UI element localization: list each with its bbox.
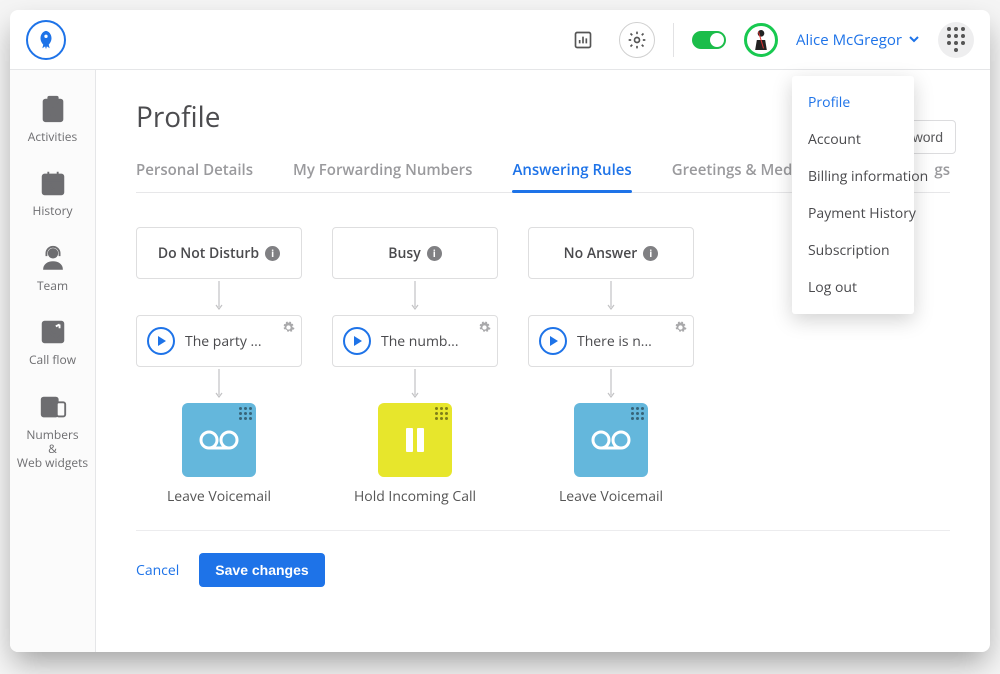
save-button[interactable]: Save changes (199, 553, 324, 587)
play-icon (549, 336, 559, 346)
play-button[interactable] (539, 327, 567, 355)
sidebar-item-numbers[interactable]: # Numbers & Web widgets (10, 392, 95, 471)
sidebar-label: Call flow (29, 353, 76, 367)
greeting-text: The party ... (185, 332, 262, 351)
greeting-card-dnd[interactable]: The party ... (136, 315, 302, 367)
action-label: Hold Incoming Call (354, 487, 476, 506)
tab-truncated[interactable]: gs (934, 160, 950, 192)
hash-device-icon: # (38, 392, 68, 422)
play-icon (353, 336, 363, 346)
info-icon[interactable]: i (265, 246, 280, 261)
form-actions: Cancel Save changes (136, 530, 950, 587)
tab-forwarding-numbers[interactable]: My Forwarding Numbers (293, 160, 472, 192)
headset-person-icon (38, 243, 68, 273)
tab-personal-details[interactable]: Personal Details (136, 160, 253, 192)
rule-head-label: Do Not Disturb (158, 244, 259, 263)
rule-head-busy[interactable]: Busy i (332, 227, 498, 279)
rule-column-busy: Busy i The numb... Hold Incoming Call (332, 227, 498, 506)
flow-arrow (214, 279, 224, 315)
user-name-label: Alice McGregor (796, 30, 902, 50)
user-avatar[interactable] (744, 23, 778, 57)
voicemail-icon (199, 420, 239, 460)
clipboard-star-icon (38, 94, 68, 124)
bar-chart-icon (573, 30, 593, 50)
info-icon[interactable]: i (643, 246, 658, 261)
sidebar-label: History (32, 204, 72, 218)
user-menu-trigger[interactable]: Alice McGregor (796, 30, 920, 50)
rule-head-label: Busy (388, 244, 420, 263)
voicemail-icon (591, 420, 631, 460)
action-voicemail[interactable] (182, 403, 256, 477)
divider (673, 23, 674, 57)
action-label: Leave Voicemail (167, 487, 271, 506)
menu-item-subscription[interactable]: Subscription (792, 232, 914, 269)
person-icon (751, 27, 771, 53)
play-button[interactable] (147, 327, 175, 355)
rocket-icon (35, 29, 57, 51)
menu-item-billing[interactable]: Billing information (792, 158, 914, 195)
dialpad-button[interactable] (938, 22, 974, 58)
menu-item-logout[interactable]: Log out (792, 269, 914, 306)
callflow-icon (38, 317, 68, 347)
analytics-button[interactable] (565, 22, 601, 58)
flow-arrow (214, 367, 224, 403)
availability-toggle[interactable] (692, 31, 726, 49)
gear-icon[interactable] (282, 320, 295, 339)
greeting-card-busy[interactable]: The numb... (332, 315, 498, 367)
drag-dots-icon (239, 407, 252, 420)
action-voicemail[interactable] (574, 403, 648, 477)
dialpad-icon (947, 27, 965, 52)
tab-greetings-media[interactable]: Greetings & Media (672, 160, 805, 192)
info-icon[interactable]: i (427, 246, 442, 261)
tab-answering-rules[interactable]: Answering Rules (512, 160, 631, 192)
drag-dots-icon (631, 407, 644, 420)
settings-button[interactable] (619, 22, 655, 58)
sidebar-label: Activities (28, 130, 77, 144)
greeting-text: The numb... (381, 332, 459, 351)
gear-icon[interactable] (478, 320, 491, 339)
sidebar-item-team[interactable]: Team (10, 243, 95, 293)
pause-icon (395, 420, 435, 460)
drag-dots-icon (435, 407, 448, 420)
action-label: Leave Voicemail (559, 487, 663, 506)
flow-arrow (410, 367, 420, 403)
greeting-card-noanswer[interactable]: There is n... (528, 315, 694, 367)
play-icon (157, 336, 167, 346)
topbar: Alice McGregor (10, 10, 990, 70)
sidebar-item-activities[interactable]: Activities (10, 94, 95, 144)
gear-icon[interactable] (674, 320, 687, 339)
greeting-text: There is n... (577, 332, 652, 351)
play-button[interactable] (343, 327, 371, 355)
cancel-button[interactable]: Cancel (136, 561, 179, 580)
rule-head-noanswer[interactable]: No Answer i (528, 227, 694, 279)
rule-head-dnd[interactable]: Do Not Disturb i (136, 227, 302, 279)
action-hold[interactable] (378, 403, 452, 477)
flow-arrow (606, 367, 616, 403)
menu-item-profile[interactable]: Profile (792, 84, 914, 121)
flow-arrow (606, 279, 616, 315)
sidebar-label: Team (37, 279, 68, 293)
calendar-phone-icon (38, 168, 68, 198)
gear-icon (627, 30, 647, 50)
rule-head-label: No Answer (564, 244, 638, 263)
sidebar-item-history[interactable]: History (10, 168, 95, 218)
sidebar-label: Numbers & Web widgets (17, 428, 88, 471)
menu-item-account[interactable]: Account (792, 121, 914, 158)
chevron-down-icon (908, 30, 920, 50)
rule-column-dnd: Do Not Disturb i The party ... Leave Voi… (136, 227, 302, 506)
flow-arrow (410, 279, 420, 315)
svg-text:#: # (45, 397, 53, 414)
rule-column-noanswer: No Answer i There is n... Leave Voicemai… (528, 227, 694, 506)
app-logo[interactable] (26, 20, 66, 60)
sidebar-item-callflow[interactable]: Call flow (10, 317, 95, 367)
user-menu-dropdown: Profile Account Billing information Paym… (792, 76, 914, 314)
sidebar: Activities History Team Call flow # Numb… (10, 70, 96, 652)
menu-item-payment-history[interactable]: Payment History (792, 195, 914, 232)
